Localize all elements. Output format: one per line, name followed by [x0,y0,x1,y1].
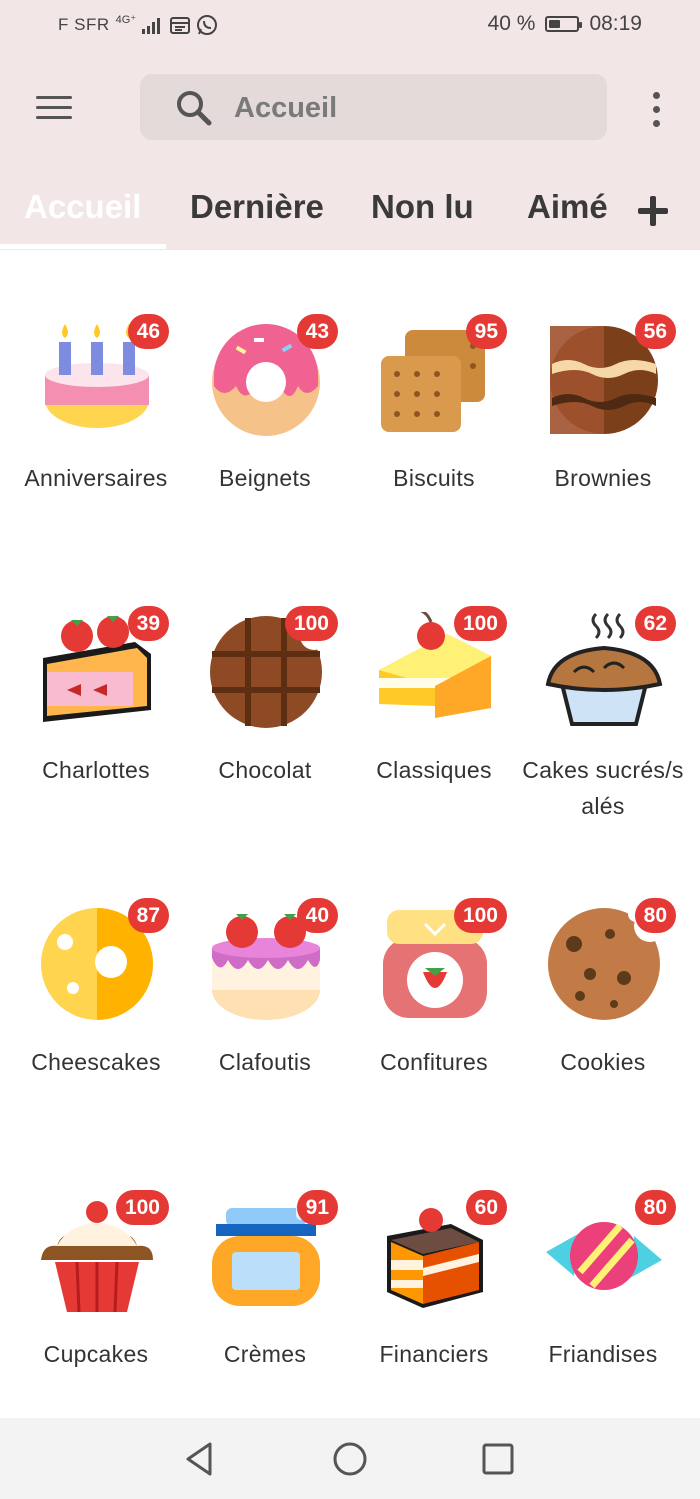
category-label: Cakes sucrés/salés [522,757,684,819]
category-friandises[interactable]: 80 Friandises [518,1126,688,1418]
category-anniversaires[interactable]: 46 Anniversaires [11,250,181,542]
category-confitures[interactable]: 100 Confitures [349,834,519,1126]
status-left: F SFR 4G⁺ [58,14,218,36]
tab-non-lu[interactable]: Non lu [371,178,474,250]
count-badge: 43 [296,314,338,349]
whatsapp-icon [197,15,218,35]
category-label: Crèmes [223,1341,307,1367]
category-brownies[interactable]: 56 Brownies [518,250,688,542]
tab-accueil[interactable]: Accueil [24,178,141,250]
search-icon [177,91,212,126]
category-label: Friandises [548,1341,658,1367]
category-clafoutis[interactable]: 40 Clafoutis [180,834,350,1126]
category-label: Confitures [380,1049,488,1075]
tab-derniere[interactable]: Dernière [190,178,324,250]
category-label: Brownies [554,465,652,491]
search-bar[interactable] [140,74,607,142]
count-badge: 62 [634,606,676,641]
category-cakes-sucres-sales[interactable]: 62 Cakes sucrés/salés [518,542,688,834]
count-badge: 100 [284,606,338,641]
category-label: Cheescakes [31,1049,161,1075]
active-tab-indicator [0,244,166,249]
status-right: 40 % 08:19 [488,12,642,36]
category-grid: 46 Anniversaires 43 Beignets 95 Biscuits 56 Bro… [0,250,700,1418]
count-badge: 91 [296,1190,338,1225]
hamburger-menu-icon[interactable] [30,90,80,126]
category-label: Classiques [376,757,492,783]
tab-bar: Accueil Dernière Non lu Aimé [0,178,700,250]
plus-icon[interactable] [634,192,674,232]
more-vert-icon[interactable] [640,90,674,130]
category-label: Beignets [219,465,311,491]
status-bar: F SFR 4G⁺ 40 % 08:19 [0,0,700,54]
count-badge: 39 [127,606,169,641]
category-label: Cookies [560,1049,646,1075]
category-cheescakes[interactable]: 87 Cheescakes [11,834,181,1126]
category-financiers[interactable]: 60 Financiers [349,1126,519,1418]
tab-aime[interactable]: Aimé [527,178,608,250]
signal-icon [142,18,161,34]
category-chocolat[interactable]: 100 Chocolat [180,542,350,834]
category-label: Financiers [379,1341,489,1367]
count-badge: 87 [127,898,169,933]
app-bar: Accueil Dernière Non lu Aimé [0,54,700,250]
category-biscuits[interactable]: 95 Biscuits [349,250,519,542]
count-badge: 100 [115,1190,169,1225]
count-badge: 46 [127,314,169,349]
back-triangle-icon[interactable] [180,1438,222,1480]
category-classiques[interactable]: 100 Classiques [349,542,519,834]
category-label: Charlottes [42,757,150,783]
category-label: Clafoutis [218,1049,312,1075]
category-beignets[interactable]: 43 Beignets [180,250,350,542]
count-badge: 80 [634,1190,676,1225]
category-label: Chocolat [218,757,312,783]
count-badge: 80 [634,898,676,933]
category-charlottes[interactable]: 39 Charlottes [11,542,181,834]
count-badge: 100 [453,898,507,933]
count-badge: 40 [296,898,338,933]
tab-clip: Aimé [527,178,609,250]
system-nav-bar [0,1418,700,1499]
category-label: Biscuits [393,465,475,491]
count-badge: 95 [465,314,507,349]
count-badge: 100 [453,606,507,641]
clock: 08:19 [589,12,642,35]
category-label: Cupcakes [43,1341,149,1367]
home-circle-icon[interactable] [329,1438,371,1480]
search-input[interactable] [232,74,576,142]
recents-square-icon[interactable] [477,1438,519,1480]
category-label: Anniversaires [24,465,168,491]
category-cupcakes[interactable]: 100 Cupcakes [11,1126,181,1418]
battery-icon [545,16,583,32]
category-cookies[interactable]: 80 Cookies [518,834,688,1126]
count-badge: 56 [634,314,676,349]
category-cremes[interactable]: 91 Crèmes [180,1126,350,1418]
count-badge: 60 [465,1190,507,1225]
calendar-icon [170,17,191,34]
network-label: 4G⁺ [115,13,137,26]
battery-percent: 40 % [487,12,536,35]
carrier-label: F SFR [58,15,110,34]
